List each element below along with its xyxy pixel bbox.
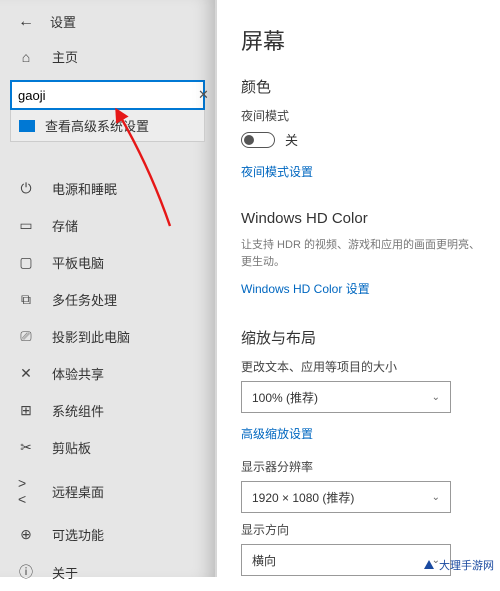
remote-icon: >< bbox=[18, 475, 34, 507]
suggestion-item[interactable]: 查看高级系统设置 bbox=[11, 110, 204, 141]
clipboard-icon: ✂ bbox=[18, 439, 34, 456]
nav-label: 剪贴板 bbox=[52, 438, 91, 457]
orientation-select[interactable]: 横向 ⌄ bbox=[241, 544, 451, 576]
multitask-icon: ⧉ bbox=[18, 291, 34, 308]
about-icon: ⓘ bbox=[18, 562, 34, 582]
nav-item-share[interactable]: ✕ 体验共享 bbox=[0, 355, 215, 392]
page-title: 屏幕 bbox=[241, 24, 482, 56]
night-mode-settings-link[interactable]: 夜间模式设置 bbox=[241, 163, 313, 180]
monitor-icon bbox=[19, 120, 35, 132]
search-input[interactable] bbox=[18, 88, 194, 103]
nav-item-components[interactable]: ⊞ 系统组件 bbox=[0, 392, 215, 429]
optional-icon: ⊕ bbox=[18, 526, 34, 543]
nav-label: 关于 bbox=[52, 563, 78, 582]
power-icon: ⏻ bbox=[18, 180, 34, 197]
night-mode-toggle-row: 关 bbox=[241, 130, 482, 149]
nav-item-remote[interactable]: >< 远程桌面 bbox=[0, 466, 215, 516]
scale-value: 100% (推荐) bbox=[252, 389, 318, 406]
search-box[interactable]: ✕ bbox=[10, 80, 205, 110]
nav-item-about[interactable]: ⓘ 关于 bbox=[0, 553, 215, 591]
hdcolor-desc: 让支持 HDR 的视频、游戏和应用的画面更明亮、更生动。 bbox=[241, 237, 482, 270]
components-icon: ⊞ bbox=[18, 402, 34, 419]
resolution-label: 显示器分辨率 bbox=[241, 458, 482, 475]
scale-select[interactable]: 100% (推荐) ⌄ bbox=[241, 381, 451, 413]
nav-item-project[interactable]: ⎚ 投影到此电脑 bbox=[0, 318, 215, 355]
nav-item-clipboard[interactable]: ✂ 剪贴板 bbox=[0, 429, 215, 466]
nav-label: 可选功能 bbox=[52, 525, 104, 544]
nav-label: 存储 bbox=[52, 216, 78, 235]
clear-icon[interactable]: ✕ bbox=[194, 87, 213, 103]
sidebar: ← 设置 ⌂ 主页 ✕ 查看高级系统设置 ⏻ 电源和睡眠 ▭ 存储 ▢ 平板电脑 ⧉ 多… bbox=[0, 0, 215, 577]
nav-label: 体验共享 bbox=[52, 364, 104, 383]
main-content: 屏幕 颜色 夜间模式 关 夜间模式设置 Windows HD Color 让支持… bbox=[215, 0, 500, 577]
nav-item-power[interactable]: ⏻ 电源和睡眠 bbox=[0, 170, 215, 207]
nav-label: 多任务处理 bbox=[52, 290, 117, 309]
nav-item-storage[interactable]: ▭ 存储 bbox=[0, 207, 215, 244]
orientation-value: 横向 bbox=[252, 552, 276, 569]
scale-label: 更改文本、应用等项目的大小 bbox=[241, 358, 482, 375]
nav-label: 系统组件 bbox=[52, 401, 104, 420]
night-mode-label: 夜间模式 bbox=[241, 107, 482, 124]
resolution-value: 1920 × 1080 (推荐) bbox=[252, 489, 354, 506]
chevron-down-icon: ⌄ bbox=[432, 392, 440, 403]
nav-item-optional[interactable]: ⊕ 可选功能 bbox=[0, 516, 215, 553]
watermark-icon bbox=[423, 559, 435, 571]
watermark: 大理手游网 bbox=[423, 557, 494, 573]
back-arrow-icon[interactable]: ← bbox=[18, 13, 34, 31]
section-hdcolor: Windows HD Color bbox=[241, 210, 482, 227]
home-icon: ⌂ bbox=[18, 49, 34, 65]
suggestion-label: 查看高级系统设置 bbox=[45, 116, 149, 135]
tablet-icon: ▢ bbox=[18, 254, 34, 271]
section-scale: 缩放与布局 bbox=[241, 327, 482, 348]
nav-label: 远程桌面 bbox=[52, 482, 104, 501]
hdcolor-link[interactable]: Windows HD Color 设置 bbox=[241, 280, 370, 297]
nav-label: 平板电脑 bbox=[52, 253, 104, 272]
nav-item-tablet[interactable]: ▢ 平板电脑 bbox=[0, 244, 215, 281]
search-suggestions: 查看高级系统设置 bbox=[10, 110, 205, 142]
advanced-scale-link[interactable]: 高级缩放设置 bbox=[241, 425, 313, 442]
project-icon: ⎚ bbox=[18, 328, 34, 345]
home-label: 主页 bbox=[52, 47, 78, 66]
toggle-state-label: 关 bbox=[285, 130, 298, 149]
watermark-text: 大理手游网 bbox=[439, 557, 494, 573]
section-color: 颜色 bbox=[241, 76, 482, 97]
share-icon: ✕ bbox=[18, 365, 34, 382]
orientation-label: 显示方向 bbox=[241, 521, 482, 538]
nav-item-multitask[interactable]: ⧉ 多任务处理 bbox=[0, 281, 215, 318]
nav-label: 投影到此电脑 bbox=[52, 327, 130, 346]
settings-title: 设置 bbox=[50, 12, 76, 31]
nav-list: ⏻ 电源和睡眠 ▭ 存储 ▢ 平板电脑 ⧉ 多任务处理 ⎚ 投影到此电脑 ✕ 体验共享 ⊞ 系… bbox=[0, 170, 215, 591]
resolution-select[interactable]: 1920 × 1080 (推荐) ⌄ bbox=[241, 481, 451, 513]
search-wrap: ✕ 查看高级系统设置 bbox=[0, 74, 215, 148]
nav-label: 电源和睡眠 bbox=[52, 179, 117, 198]
storage-icon: ▭ bbox=[18, 217, 34, 234]
night-mode-toggle[interactable] bbox=[241, 132, 275, 148]
home-row[interactable]: ⌂ 主页 bbox=[0, 39, 215, 74]
chevron-down-icon: ⌄ bbox=[432, 492, 440, 503]
title-bar: ← 设置 bbox=[0, 8, 215, 39]
